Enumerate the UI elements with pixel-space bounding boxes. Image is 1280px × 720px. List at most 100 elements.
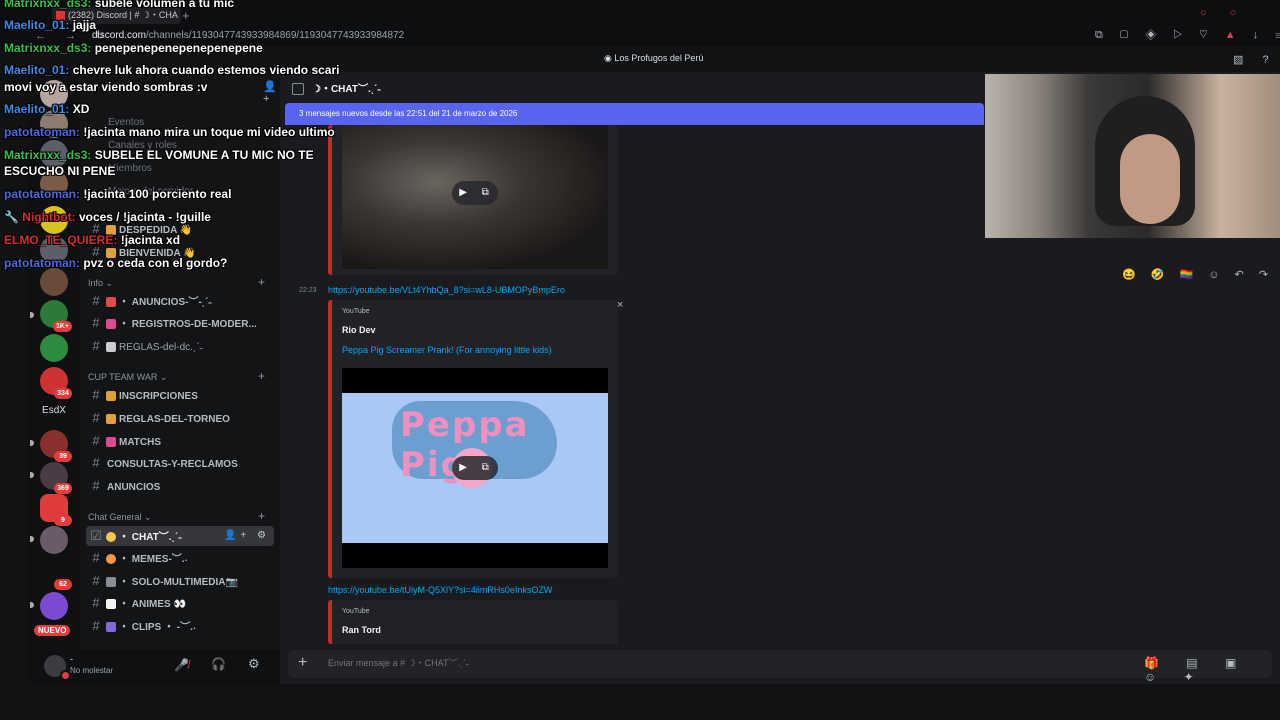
video-embed: ▶ ⧉ (328, 125, 618, 275)
server-icon[interactable] (40, 526, 68, 554)
channel-emoji-icon (106, 319, 116, 330)
hash-icon: # (92, 433, 100, 448)
chat-line: ESCUCHO NI PENE (4, 164, 115, 178)
channel-memes[interactable]: # ・ MEMES-︶.˖ (86, 548, 274, 568)
chat-line: movi voy a estar viendo sombras :v (4, 80, 207, 94)
channel-matchs[interactable]: # MATCHS (86, 431, 274, 451)
chat-username: patotatoman: (4, 125, 80, 139)
channel-inscripciones[interactable]: # INSCRIPCIONES (86, 385, 274, 405)
server-icon[interactable] (40, 334, 68, 362)
browser-extension-icons[interactable]: ⧉ ▢ ◈ ▷ ♡ ▲ ↓ ☰ (1095, 29, 1280, 42)
channel-anuncios-cup[interactable]: # ANUNCIOS (86, 476, 274, 496)
channel-anuncios[interactable]: # ・ ANUNCIOS-︶-ˎˊ˗ (86, 291, 274, 311)
channel-emoji-icon (106, 437, 116, 448)
channel-registros[interactable]: # ・ REGISTROS-DE-MODER... (86, 313, 274, 333)
server-title-text: Los Profugos del Perú (614, 53, 704, 63)
channel-chat[interactable]: ☑ ・ CHAT︶.ˎˊ˗ 👤+ ⚙ (86, 526, 274, 546)
channel-actions-icons[interactable]: 👤+ ⚙ (224, 526, 270, 546)
embed-author[interactable]: Ran Tord (342, 625, 381, 635)
channel-reglas-torneo[interactable]: # REGLAS-DEL-TORNEO (86, 408, 274, 428)
unread-pip (30, 440, 34, 446)
server-icon[interactable]: 369 (40, 462, 72, 494)
channel-name: ・ CLIPS ・ -︶.˖ (119, 622, 197, 633)
hash-icon: # (92, 618, 100, 633)
unread-pip (30, 472, 34, 478)
chat-line: Matrixnxx_ds3: penepenepenepenepenepene (4, 41, 263, 55)
window-controls[interactable]: ○ ○ (1200, 7, 1246, 19)
upload-plus-icon[interactable]: + (298, 654, 307, 672)
chat-username: Maelito_01: (4, 63, 70, 77)
mute-mic-icon[interactable]: 🎤̸ (174, 658, 189, 672)
headset-icon[interactable]: 🎧 (211, 657, 226, 671)
hash-icon: # (92, 293, 100, 308)
server-icon[interactable]: 1K+ (40, 300, 72, 332)
server-title: ◉ Los Profugos del Perú (604, 53, 703, 64)
channel-name: INSCRIPCIONES (119, 391, 198, 402)
hash-icon: # (92, 595, 100, 610)
chat-username: Maelito_01: (4, 18, 70, 32)
hash-icon: # (92, 315, 100, 330)
server-esdx-label[interactable]: EsdX (34, 405, 74, 416)
rules-check-icon: ☑ (90, 528, 102, 543)
new-messages-banner[interactable]: 3 mensajes nuevos desde las 22:51 del 21… (285, 103, 984, 125)
chat-text: subele volumen a tu mic (94, 0, 235, 10)
chat-line: 🔧 Nightbot: voces / !jacinta - !guille (4, 210, 211, 224)
chat-line: Maelito_01: jajja (4, 18, 96, 32)
play-button[interactable]: ▶ ⧉ (452, 181, 498, 205)
channel-name: MATCHS (119, 437, 162, 448)
embed-provider: YouTube (342, 608, 370, 615)
channel-animes[interactable]: # ・ ANIMES 👀 (86, 593, 274, 613)
message-hover-toolbar[interactable]: 😆 🤣 🏳️‍🌈 ☺ ↶ ↷ ⋯ (1122, 268, 1280, 286)
channel-multimedia[interactable]: # ・ SOLO-MULTIMEDIA📷 (86, 571, 274, 591)
chat-text: jajja (72, 18, 97, 32)
channel-name: ANUNCIOS (107, 482, 161, 493)
create-channel-icon[interactable]: + (258, 509, 265, 523)
channel-consultas[interactable]: # CONSULTAS-Y-RECLAMOS (86, 453, 274, 473)
channel-emoji-icon (106, 391, 116, 402)
embed-author[interactable]: Rio Dev (342, 325, 376, 335)
chat-text: SUBELE EL VOMUNE A TU MIC NO TE (94, 148, 314, 162)
message-input[interactable] (328, 658, 828, 668)
chat-username: Matrixnxx_ds3: (4, 148, 92, 162)
create-channel-icon[interactable]: + (258, 369, 265, 383)
extension-red-icon[interactable]: ▲ (1225, 29, 1243, 41)
chat-line: Maelito_01: XD (4, 102, 89, 116)
channel-name: CONSULTAS-Y-RECLAMOS (107, 459, 238, 470)
video-thumbnail[interactable]: ▶ ⧉ (342, 125, 608, 269)
channel-clips[interactable]: # ・ CLIPS ・ -︶.˖ (86, 616, 274, 636)
channel-name: REGLAS-DEL-TORNEO (119, 414, 230, 425)
inbox-help-icons[interactable]: ▧ ? (1233, 53, 1277, 66)
embed-title[interactable]: Peppa Pig Screamer Prank! (For annoying … (342, 345, 552, 355)
server-icon[interactable]: 9 (40, 494, 72, 526)
channel-reglas[interactable]: # REGLAS-del-dc.ˎˊ˗ (86, 336, 274, 356)
hash-icon: # (92, 338, 100, 353)
chat-text: penepenepenepenepenepene (94, 41, 263, 55)
category-chat-general[interactable]: Chat General ⌄ (88, 512, 152, 523)
mention-badge: 369 (54, 483, 72, 494)
server-icon-small: ◉ (604, 53, 615, 63)
channel-emoji-icon (106, 342, 116, 353)
message-link[interactable]: https://youtube.be/tUiyM-Q5XlY?si=4iimRH… (328, 585, 552, 595)
channel-emoji-icon (106, 297, 116, 308)
server-icon[interactable] (40, 592, 68, 620)
extension-icons[interactable]: ⧉ ▢ ◈ ▷ ♡ (1095, 29, 1215, 41)
chat-line: Maelito_01: chevre luk ahora cuando este… (4, 63, 339, 77)
chat-text: pvz o ceda con el gordo? (83, 256, 228, 270)
gear-icon[interactable]: ⚙ (248, 656, 260, 672)
server-icon[interactable]: 39 (40, 430, 72, 462)
channel-emoji-icon (106, 554, 116, 565)
hash-icon: # (92, 455, 100, 470)
composer-tools-icons[interactable]: 🎁 ▤ ▣ ☺ ✦ (1144, 656, 1272, 684)
server-icon[interactable]: 62 (40, 558, 72, 590)
server-icon[interactable]: 334 (40, 367, 72, 399)
user-panel: - No molestar 🎤̸ 🎧 ⚙ (28, 650, 280, 684)
chat-text: !jacinta mano mira un toque mi video ult… (83, 125, 335, 139)
message-link[interactable]: https://youtube.be/VLt4YhbQa_8?si=wL8-UB… (328, 285, 565, 295)
category-cup-team-war[interactable]: CUP TEAM WAR ⌄ (88, 372, 167, 383)
channel-name: ・ MEMES-︶.˖ (119, 554, 188, 565)
chat-text: movi voy a estar viendo sombras :v (4, 80, 208, 94)
downloads-icon[interactable]: ↓ ☰ (1253, 29, 1280, 41)
play-button[interactable]: ▶ ⧉ (452, 456, 498, 480)
message-timestamp: 22:23 (299, 287, 317, 294)
video-thumbnail[interactable]: Peppa Pig ▶ ⧉ (342, 368, 608, 568)
